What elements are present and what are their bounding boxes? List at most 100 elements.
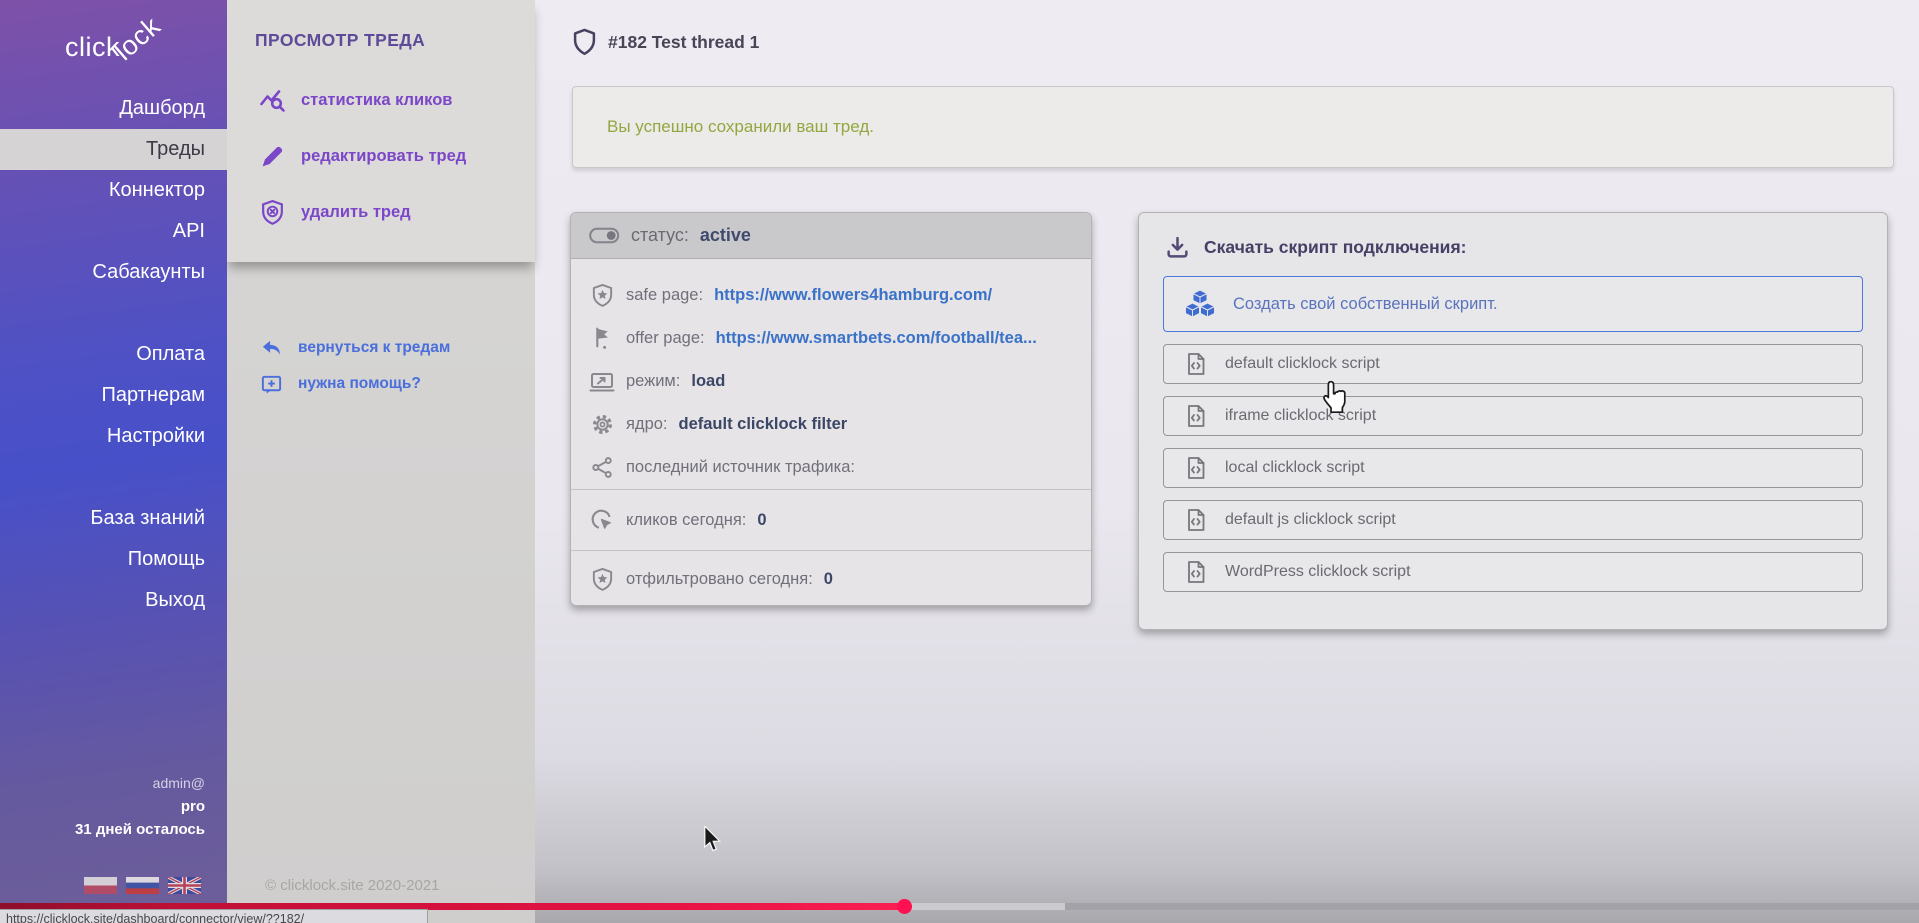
iframe-clicklock-script-button[interactable]: iframe clicklock script xyxy=(1163,396,1863,436)
poland-flag[interactable] xyxy=(84,877,117,894)
flag-pin-icon xyxy=(589,326,615,352)
download-icon xyxy=(1165,235,1190,260)
action-label: удалить тред xyxy=(301,203,411,222)
success-alert: Вы успешно сохранили ваш тред. xyxy=(572,86,1894,168)
action-label: редактировать тред xyxy=(301,147,466,166)
thread-actions-panel: ПРОСМОТР ТРЕДА статистика кликов xyxy=(227,0,535,262)
sidebar-item-knowledge-base[interactable]: База знаний xyxy=(0,498,227,539)
status-card-header: статус: active xyxy=(571,213,1091,259)
sidebar-item-payment[interactable]: Оплата xyxy=(0,334,227,375)
sidebar-spacer xyxy=(0,457,227,498)
shield-icon xyxy=(573,28,596,56)
cubes-icon xyxy=(1184,289,1216,319)
status-row-safe-page: safe page: https://www.flowers4hamburg.c… xyxy=(571,274,1091,317)
default-js-clicklock-script-button[interactable]: default js clicklock script xyxy=(1163,500,1863,540)
help-chat-icon xyxy=(259,372,283,396)
sidebar-item-connector[interactable]: Коннектор xyxy=(0,170,227,211)
account-info: admin@ pro 31 дней осталось xyxy=(75,772,205,841)
account-plan: pro xyxy=(75,795,205,818)
action-edit-thread[interactable]: редактировать тред xyxy=(227,128,535,184)
sidebar-item-api[interactable]: API xyxy=(0,211,227,252)
status-row-clicks-today: кликов сегодня: 0 xyxy=(571,490,1091,550)
status-row-filtered-today: отфильтровано сегодня: 0 xyxy=(571,551,1091,608)
cursor-click-icon xyxy=(589,507,615,533)
sidebar-item-logout[interactable]: Выход xyxy=(0,580,227,621)
file-code-icon xyxy=(1184,508,1208,532)
row-label: safe page: xyxy=(626,286,703,305)
wordpress-clicklock-script-button[interactable]: WordPress clicklock script xyxy=(1163,552,1863,592)
core-value: default clicklock filter xyxy=(679,415,848,434)
action-delete-thread[interactable]: удалить тред xyxy=(227,184,535,240)
copyright-text: © clicklock.site 2020-2021 xyxy=(265,877,439,894)
page-title: #182 Test thread 1 xyxy=(608,32,759,53)
row-label: ядро: xyxy=(626,415,668,434)
language-flags xyxy=(84,877,201,894)
sidebar-item-dashboard[interactable]: Дашборд xyxy=(0,88,227,129)
shield-x-icon xyxy=(259,199,286,226)
default-clicklock-script-button[interactable]: default clicklock script xyxy=(1163,344,1863,384)
page-header: #182 Test thread 1 xyxy=(573,28,759,56)
button-label: default clicklock script xyxy=(1225,355,1380,373)
status-value: active xyxy=(700,225,751,246)
sidebar-nav: Дашборд Треды Коннектор API Сабакаунты О… xyxy=(0,88,227,621)
link-label: нужна помощь? xyxy=(298,375,421,393)
stats-icon xyxy=(259,87,286,114)
file-code-icon xyxy=(1184,404,1208,428)
status-row-mode: режим: load xyxy=(571,360,1091,403)
download-card-header: Скачать скрипт подключения: xyxy=(1139,213,1887,260)
action-label: статистика кликов xyxy=(301,91,452,110)
file-code-icon xyxy=(1184,560,1208,584)
row-label: отфильтровано сегодня: xyxy=(626,570,813,589)
clicklock-logo[interactable]: click lock xyxy=(63,6,213,76)
offer-page-link[interactable]: https://www.smartbets.com/football/tea..… xyxy=(716,329,1037,348)
row-label: режим: xyxy=(626,372,680,391)
shield-star-icon xyxy=(589,567,615,593)
thread-submenu-panel: ПРОСМОТР ТРЕДА статистика кликов xyxy=(227,0,535,923)
undo-icon xyxy=(259,336,283,360)
toggle-icon xyxy=(589,227,620,244)
sidebar-spacer xyxy=(0,293,227,334)
share-icon xyxy=(589,455,615,481)
status-row-core: ядро: default clicklock filter xyxy=(571,403,1091,446)
uk-flag[interactable] xyxy=(168,877,201,894)
row-label: offer page: xyxy=(626,329,705,348)
screen-share-icon xyxy=(589,369,615,395)
main-content: #182 Test thread 1 Вы успешно сохранили … xyxy=(535,0,1919,923)
pencil-icon xyxy=(259,143,286,170)
sidebar-item-partners[interactable]: Партнерам xyxy=(0,375,227,416)
sidebar-item-settings[interactable]: Настройки xyxy=(0,416,227,457)
safe-page-link[interactable]: https://www.flowers4hamburg.com/ xyxy=(714,286,992,305)
button-label: Создать свой собственный скрипт. xyxy=(1233,295,1498,314)
status-label: статус: xyxy=(631,225,689,246)
thread-status-card: статус: active safe page: https://www.fl… xyxy=(570,212,1092,606)
sidebar: click lock Дашборд Треды Коннектор API С… xyxy=(0,0,227,923)
russia-flag[interactable] xyxy=(126,877,159,894)
mode-value: load xyxy=(691,372,725,391)
sidebar-item-help[interactable]: Помощь xyxy=(0,539,227,580)
account-email: admin@ xyxy=(75,772,205,795)
gear-icon xyxy=(589,412,615,438)
button-label: local clicklock script xyxy=(1225,459,1365,477)
shield-star-icon xyxy=(589,283,615,309)
download-card-title: Скачать скрипт подключения: xyxy=(1204,237,1466,258)
row-label: последний источник трафика: xyxy=(626,458,855,477)
local-clicklock-script-button[interactable]: local clicklock script xyxy=(1163,448,1863,488)
account-days-left: 31 дней осталось xyxy=(75,818,205,841)
sidebar-item-subaccounts[interactable]: Сабакаунты xyxy=(0,252,227,293)
filtered-today-value: 0 xyxy=(824,570,833,589)
status-bar-url-tooltip: https://clicklock.site/dashboard/connect… xyxy=(0,909,428,923)
sidebar-item-threads[interactable]: Треды xyxy=(0,129,227,170)
file-code-icon xyxy=(1184,352,1208,376)
create-own-script-button[interactable]: Создать свой собственный скрипт. xyxy=(1163,276,1863,332)
link-back-to-threads[interactable]: вернуться к тредам xyxy=(227,330,535,366)
clicks-today-value: 0 xyxy=(757,511,766,530)
video-progress-handle[interactable] xyxy=(897,899,912,914)
link-need-help[interactable]: нужна помощь? xyxy=(227,366,535,402)
action-click-statistics[interactable]: статистика кликов xyxy=(227,72,535,128)
submenu-title: ПРОСМОТР ТРЕДА xyxy=(255,30,425,51)
row-label: кликов сегодня: xyxy=(626,511,746,530)
button-label: WordPress clicklock script xyxy=(1225,563,1411,581)
link-label: вернуться к тредам xyxy=(298,339,450,357)
status-row-last-traffic-source: последний источник трафика: xyxy=(571,446,1091,489)
button-label: default js clicklock script xyxy=(1225,511,1396,529)
